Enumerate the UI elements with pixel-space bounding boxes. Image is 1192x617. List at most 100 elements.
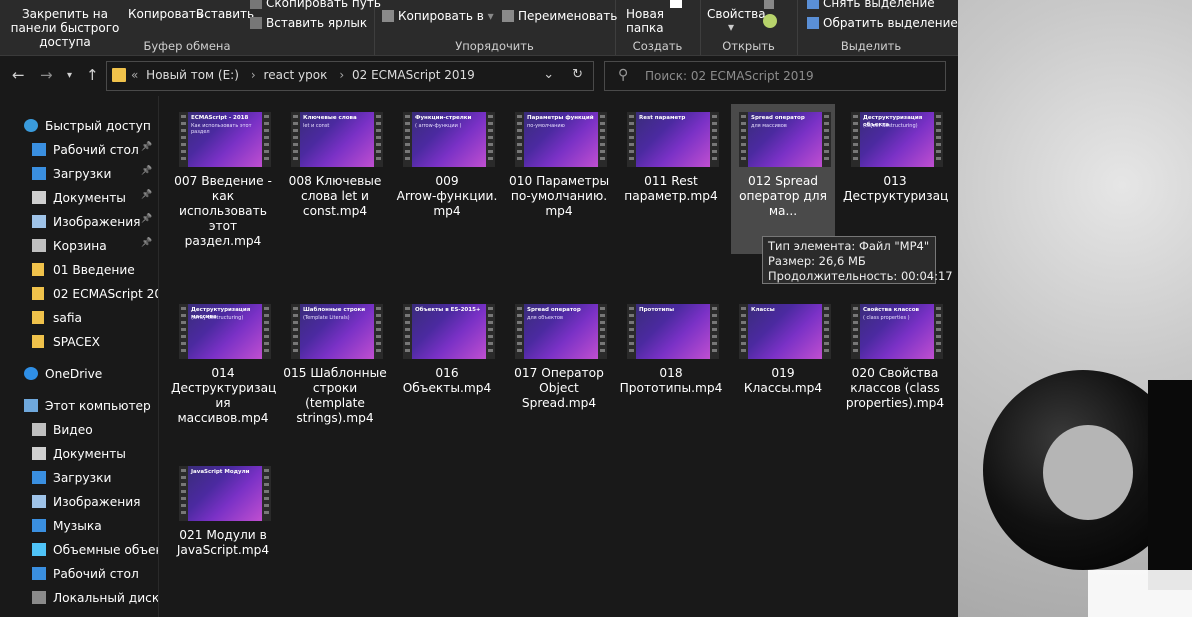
pin-icon[interactable]: 📌 — [141, 214, 152, 224]
new-folder-button[interactable]: Новая папка — [626, 7, 676, 35]
forward-arrow-icon[interactable]: → — [40, 66, 53, 84]
up-arrow-icon[interactable]: ↑ — [86, 66, 99, 84]
film-strip-icon — [515, 304, 524, 359]
history-icon[interactable] — [763, 14, 777, 28]
copy-path-button[interactable]: Скопировать путь — [250, 0, 381, 10]
file-name: 018 Прототипы.mp4 — [619, 366, 723, 396]
recent-locations-chevron-icon[interactable]: ▾ — [67, 70, 72, 81]
back-arrow-icon[interactable]: ← — [12, 66, 25, 84]
sidebar-item[interactable]: Локальный диск (C:) — [0, 586, 158, 610]
sidebar-item[interactable]: Изображения 📌 — [0, 210, 158, 234]
file-item[interactable]: Spread оператор для массивов 012 Spread опе… — [731, 104, 835, 254]
paste-shortcut-label: Вставить ярлык — [266, 16, 368, 30]
file-item[interactable]: Ключевые слова let и const 008 Ключевые сло… — [283, 104, 387, 254]
file-name-line: Object — [539, 381, 579, 395]
download-icon — [32, 471, 46, 484]
video-thumbnail: Прототипы — [627, 304, 719, 359]
sidebar-item-label: Документы — [53, 447, 126, 461]
search-input[interactable]: Поиск: 02 ECMAScript 2019 — [645, 69, 814, 83]
file-item[interactable]: Деструктуризация массива (array destructu… — [171, 296, 276, 436]
file-item[interactable]: Прототипы 018 Прототипы.mp4 — [619, 296, 723, 436]
file-name: 019 Классы.mp4 — [731, 366, 835, 396]
tooltip-duration: Продолжительность: 00:04:17 — [768, 269, 953, 283]
copy-to-button[interactable]: Копировать в ▾ — [382, 9, 494, 23]
file-item[interactable]: Функции-стрелки ( arrow-функции ) 009 Arrow… — [395, 104, 499, 254]
thumbnail-subtitle: Как использовать этот раздел — [191, 123, 252, 135]
file-item[interactable]: Шаблонные строки (Template Literals) 015 Ш… — [283, 296, 387, 436]
sidebar-item[interactable]: 02 ECMAScript 2019 — [0, 282, 158, 306]
sidebar-item[interactable]: ›Этот компьютер — [0, 394, 158, 418]
rename-button[interactable]: Переименовать — [502, 9, 617, 23]
sidebar-item-label: SPACEX — [53, 335, 100, 349]
copy-button[interactable]: Копировать — [128, 7, 203, 21]
sidebar-item[interactable]: Документы — [0, 442, 158, 466]
deselect-button[interactable]: Снять выделение — [807, 0, 935, 10]
properties-chevron-icon[interactable]: ▾ — [728, 20, 734, 34]
film-strip-icon — [486, 112, 495, 167]
file-item[interactable]: Классы 019 Классы.mp4 — [731, 296, 835, 436]
sidebar-item[interactable]: safia — [0, 306, 158, 330]
file-item[interactable]: Spread оператор для объектов 017 Оператор O… — [507, 296, 611, 436]
sidebar-item[interactable]: ›OneDrive — [0, 362, 158, 386]
sidebar-item[interactable]: Рабочий стол — [0, 562, 158, 586]
sidebar-item[interactable]: Изображения — [0, 490, 158, 514]
paste-shortcut-button[interactable]: Вставить ярлык — [250, 16, 367, 30]
create-group-label: Создать — [632, 39, 683, 53]
file-name-line: 014 — [211, 366, 235, 380]
sidebar-item[interactable]: Корзина 📌 — [0, 234, 158, 258]
breadcrumb-drive[interactable]: Новый том (E:) — [146, 68, 239, 82]
address-bar[interactable]: « Новый том (E:) › react урок › 02 ECMAScr… — [106, 61, 594, 91]
paste-button[interactable]: Вставить — [196, 7, 254, 21]
file-item[interactable]: Деструктуризация объекта (object destruct… — [843, 104, 948, 254]
sidebar-item[interactable]: Музыка — [0, 514, 158, 538]
file-item[interactable]: Параметры функций по-умолчанию 010 Парамет… — [507, 104, 611, 254]
pin-icon[interactable]: 📌 — [141, 190, 152, 200]
organize-group: Копировать в ▾ Переименовать Упорядочить — [374, 0, 617, 55]
file-item[interactable]: Свойства классов ( class properties ) 020 … — [843, 296, 947, 436]
sidebar-item[interactable]: Объемные объекты — [0, 538, 158, 562]
film-strip-icon — [851, 112, 860, 167]
sidebar-item[interactable]: 01 Введение — [0, 258, 158, 282]
breadcrumb-separator-icon[interactable]: › — [339, 68, 344, 82]
file-name: 011 Rest параметр.mp4 — [619, 174, 723, 204]
file-name-line: использовать — [179, 204, 267, 218]
breadcrumb-overflow[interactable]: « — [131, 68, 138, 82]
pin-icon[interactable]: 📌 — [141, 238, 152, 248]
file-name-line: 009 — [435, 174, 459, 188]
search-box[interactable]: ⚲ Поиск: 02 ECMAScript 2019 — [604, 61, 946, 91]
sidebar-item[interactable]: ›Быстрый доступ — [0, 114, 158, 138]
properties-button[interactable]: Свойства — [707, 7, 766, 21]
thumbnail-title: Spread оператор — [751, 115, 805, 121]
sidebar-item-label: 01 Введение — [53, 263, 135, 277]
sidebar-item[interactable]: Загрузки 📌 — [0, 162, 158, 186]
sidebar-item[interactable]: Видео — [0, 418, 158, 442]
refresh-icon[interactable]: ↻ — [572, 67, 583, 82]
breadcrumb-current[interactable]: 02 ECMAScript 2019 — [352, 68, 475, 82]
thumbnail-title: Rest параметр — [639, 115, 686, 121]
pin-icon[interactable]: 📌 — [141, 142, 152, 152]
file-item[interactable]: JavaScript Модули 021 Модули в JavaScript.… — [171, 458, 275, 608]
breadcrumb-react[interactable]: react урок — [264, 68, 328, 82]
video-thumbnail: Ключевые слова let и const — [291, 112, 383, 167]
sidebar-item[interactable]: SPACEX — [0, 330, 158, 354]
film-strip-icon — [710, 112, 719, 167]
breadcrumb-separator-icon[interactable]: › — [251, 68, 256, 82]
sidebar-item-label: Видео — [53, 423, 93, 437]
file-item[interactable]: Rest параметр 011 Rest параметр.mp4 — [619, 104, 723, 254]
pictures-icon — [32, 215, 46, 228]
thumbnail-subtitle: (Template Literals) — [303, 315, 350, 321]
desktop-icon — [32, 567, 46, 580]
film-strip-icon — [515, 112, 524, 167]
sidebar-item[interactable]: Загрузки — [0, 466, 158, 490]
video-thumbnail: Объекты в ES-2015+ — [403, 304, 495, 359]
sidebar-item[interactable]: Рабочий стол 📌 — [0, 138, 158, 162]
invert-selection-button[interactable]: Обратить выделение — [807, 16, 958, 30]
video-thumbnail: Rest параметр — [627, 112, 719, 167]
file-item[interactable]: Объекты в ES-2015+ 016 Объекты.mp4 — [395, 296, 499, 436]
pin-icon[interactable]: 📌 — [141, 166, 152, 176]
3d-objects-icon — [32, 543, 46, 556]
sidebar-item[interactable]: Документы 📌 — [0, 186, 158, 210]
edit-icon[interactable] — [764, 0, 774, 9]
file-item[interactable]: ECMAScript - 2018 Как использовать этот р… — [171, 104, 275, 254]
history-dropdown-chevron-icon[interactable]: ⌄ — [543, 67, 554, 82]
